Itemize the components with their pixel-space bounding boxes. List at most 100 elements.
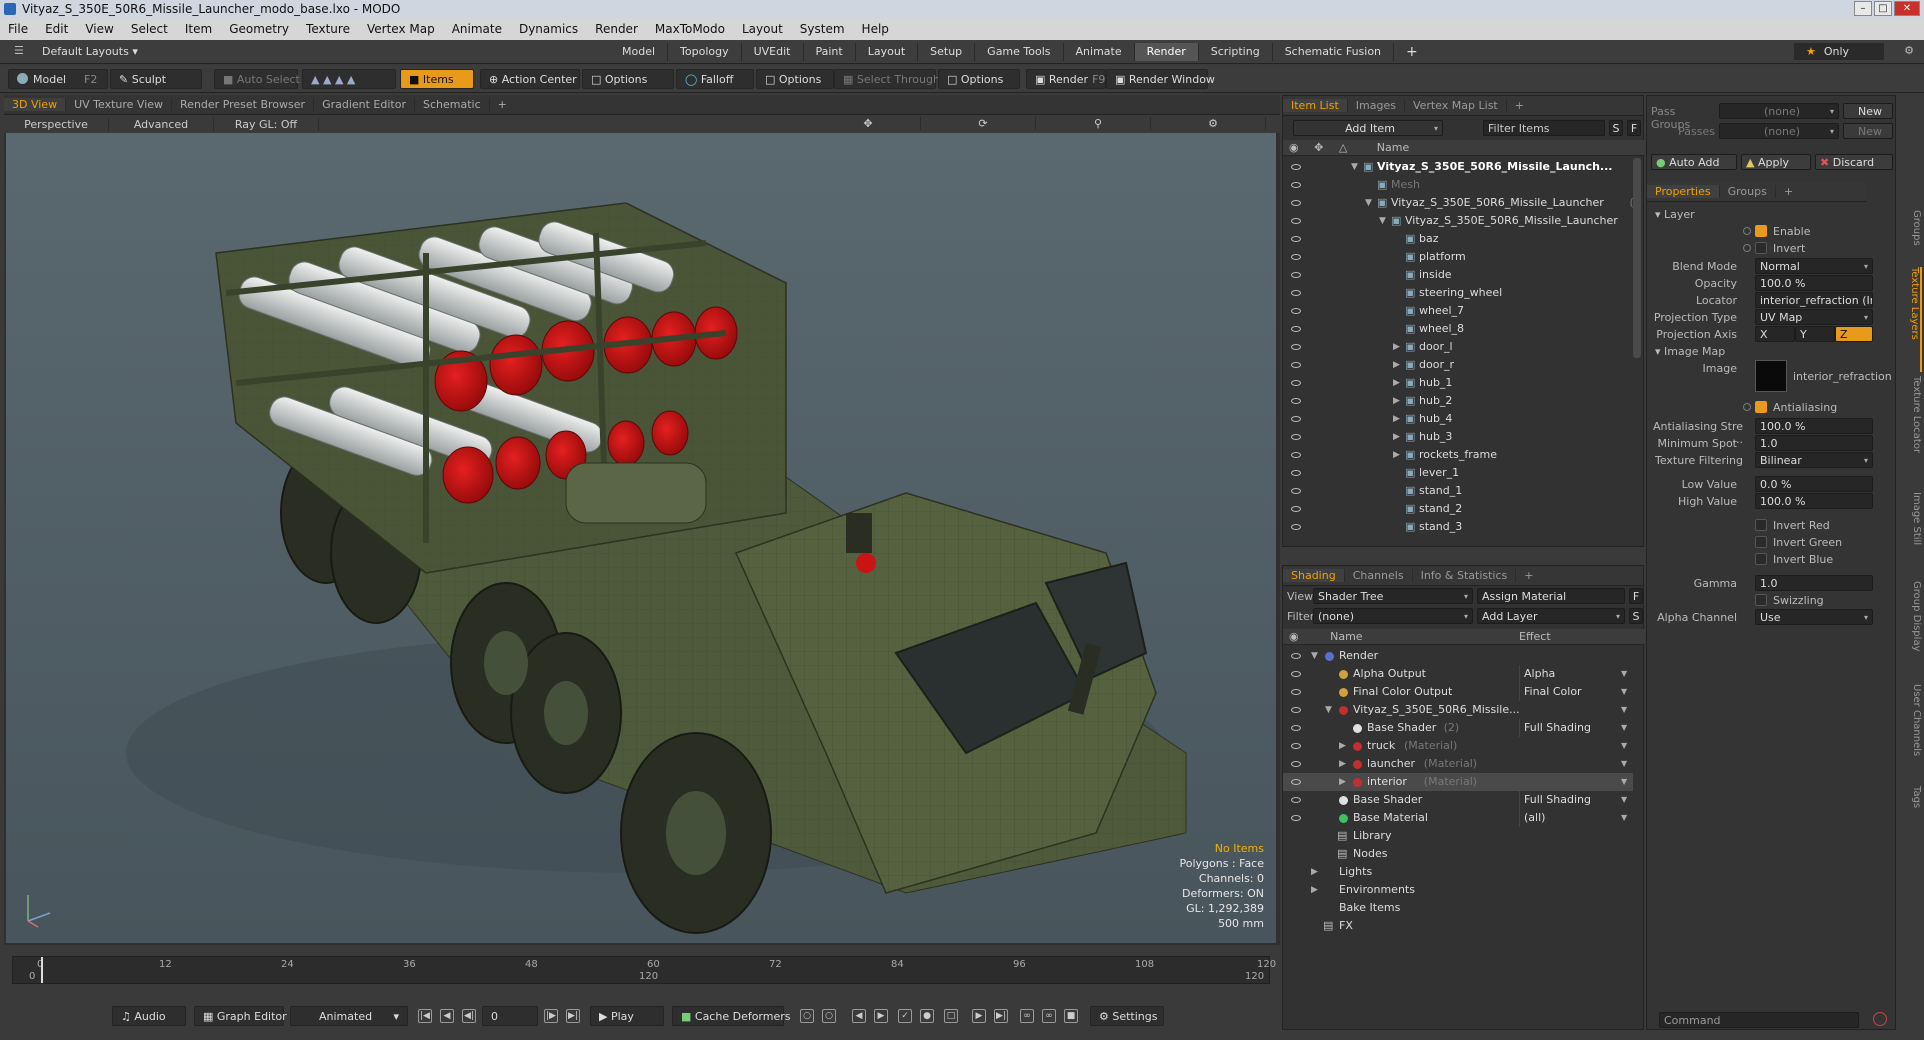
itemlist-tab-item-list[interactable]: Item List <box>1283 99 1348 112</box>
collapse-arrow-icon[interactable]: ▶ <box>1339 755 1346 773</box>
menu-layout[interactable]: Layout <box>742 22 783 36</box>
itemlist-tab-images[interactable]: Images <box>1348 99 1405 112</box>
shader-tree-row[interactable]: ▤ Library <box>1283 827 1633 845</box>
visibility-eye-icon[interactable] <box>1291 398 1301 404</box>
layout-tab-game-tools[interactable]: Game Tools <box>975 43 1064 61</box>
axis-y-button[interactable]: Y <box>1795 326 1835 342</box>
add-tab-icon[interactable]: + <box>1516 569 1541 582</box>
enable-checkbox[interactable] <box>1755 225 1767 237</box>
effect-value[interactable]: Final Color <box>1519 683 1625 701</box>
shading-s-button[interactable]: S <box>1629 608 1643 624</box>
command-stop-icon[interactable] <box>1873 1012 1887 1026</box>
item-list-row[interactable]: ▶ ▣ hub_3 <box>1283 428 1623 446</box>
shader-tree-row[interactable]: ▼ Render <box>1283 647 1633 665</box>
visibility-eye-icon[interactable] <box>1291 653 1301 659</box>
item-list-row[interactable]: ▶ ▣ hub_4 <box>1283 410 1623 428</box>
visibility-eye-icon[interactable] <box>1291 326 1301 332</box>
visibility-eye-icon[interactable] <box>1291 200 1301 206</box>
menu-maxtomodo[interactable]: MaxToModo <box>655 22 725 36</box>
pan-icon[interactable]: ✥ <box>816 117 921 130</box>
visibility-eye-icon[interactable] <box>1291 434 1301 440</box>
invert-blue-checkbox[interactable] <box>1755 553 1767 565</box>
auto-add-button[interactable]: ● Auto Add <box>1651 154 1737 170</box>
item-list-row[interactable]: ▼▣Vityaz_S_350E_50R6_Missile_Launcher(2) <box>1283 194 1633 212</box>
edge-mode-icon[interactable]: ▲ <box>323 73 331 86</box>
invert-checkbox[interactable] <box>1755 242 1767 254</box>
menu-render[interactable]: Render <box>595 22 638 36</box>
item-list-scrollbar[interactable] <box>1633 158 1641 358</box>
animated-dropdown[interactable]: Animated ▾ <box>290 1006 408 1026</box>
zoom-icon[interactable]: ⚲ <box>1046 117 1151 130</box>
gear-icon[interactable]: ⚙ <box>1904 44 1914 57</box>
command-input[interactable]: Command <box>1659 1012 1859 1028</box>
items-mode-button[interactable]: ■ Items <box>400 69 474 89</box>
side-tab-texture-layers[interactable]: Texture Layers <box>1902 267 1922 372</box>
collapse-arrow-icon[interactable]: ▶ <box>1393 410 1400 428</box>
aa-strength-field[interactable]: 100.0 % <box>1755 418 1873 434</box>
visibility-eye-icon[interactable] <box>1291 689 1301 695</box>
item-list-row[interactable]: ▣ wheel_7 <box>1283 302 1623 320</box>
link2-icon[interactable]: ∞ <box>1042 1009 1056 1023</box>
model-mode-button[interactable]: Model F2 <box>8 69 108 89</box>
add-item-button[interactable]: Add Item ▾ <box>1293 120 1443 136</box>
polygon-mode-icon[interactable]: ▲ <box>335 73 343 86</box>
layout-tab-render[interactable]: Render <box>1134 43 1199 61</box>
apply-button[interactable]: ▲ Apply <box>1741 154 1811 170</box>
sculpt-button[interactable]: ✎ Sculpt <box>110 69 202 89</box>
side-tab-texture-locator[interactable]: Texture Locator <box>1902 376 1922 488</box>
visibility-eye-icon[interactable] <box>1291 344 1301 350</box>
layout-tab-paint[interactable]: Paint <box>804 43 856 61</box>
timeline-ruler[interactable]: 012243648607284961081200120120 <box>12 956 1276 984</box>
item-list-row[interactable]: ▶ ▣ door_r <box>1283 356 1623 374</box>
filter-items-field[interactable]: Filter Items <box>1483 120 1605 136</box>
effect-value[interactable]: Full Shading <box>1519 791 1625 809</box>
swizzling-checkbox[interactable] <box>1755 594 1767 606</box>
menu-help[interactable]: Help <box>862 22 889 36</box>
item-list-row[interactable]: ▶ ▣ hub_1 <box>1283 374 1623 392</box>
render-window-button[interactable]: ▣ Render Window <box>1106 69 1215 89</box>
raygl-toggle[interactable]: Ray GL: Off <box>214 117 319 131</box>
layout-tab-setup[interactable]: Setup <box>918 43 976 61</box>
visibility-eye-icon[interactable] <box>1291 815 1301 821</box>
shader-tree-row[interactable]: Bake Items <box>1283 899 1633 917</box>
new-pass-group-button[interactable]: New <box>1843 103 1893 119</box>
chevron-down-icon[interactable]: ▼ <box>1621 809 1627 827</box>
shader-tree-row[interactable]: ▶ interior (Material) ▼ <box>1283 773 1633 791</box>
item-list-row[interactable]: ▣ stand_3 <box>1283 518 1623 536</box>
effect-value[interactable]: Full Shading <box>1519 719 1625 737</box>
visibility-eye-icon[interactable] <box>1291 452 1301 458</box>
shader-tree-row[interactable]: ▼ Vityaz_S_350E_50R6_Missile... ▼ <box>1283 701 1633 719</box>
collapse-arrow-icon[interactable]: ▶ <box>1393 428 1400 446</box>
image-value[interactable]: interior_refraction <box>1793 370 1892 383</box>
add-tab-icon[interactable]: + <box>490 98 515 111</box>
graph-editor-button[interactable]: ▦ Graph Editor <box>194 1006 287 1026</box>
effect-value[interactable]: (all) <box>1519 809 1625 827</box>
item-list-row[interactable]: ▣ baz <box>1283 230 1623 248</box>
layout-tab-layout[interactable]: Layout <box>856 43 919 61</box>
menu-texture[interactable]: Texture <box>306 22 350 36</box>
chevron-down-icon[interactable]: ▼ <box>1621 683 1627 701</box>
auto-key-icon[interactable]: ○ <box>822 1009 836 1023</box>
layout-tab-topology[interactable]: Topology <box>668 43 742 61</box>
item-list-row[interactable]: ▣ wheel_8 <box>1283 320 1623 338</box>
collapse-arrow-icon[interactable]: ▶ <box>1393 446 1400 464</box>
collapse-arrow-icon[interactable]: ▶ <box>1393 374 1400 392</box>
menu-edit[interactable]: Edit <box>45 22 68 36</box>
rotate-icon[interactable]: ⟳ <box>931 117 1036 130</box>
side-tab-user-channels[interactable]: User Channels <box>1902 684 1922 783</box>
item-list-row[interactable]: ▣ stand_1 <box>1283 482 1623 500</box>
visibility-eye-icon[interactable] <box>1291 218 1301 224</box>
visibility-eye-icon[interactable] <box>1291 671 1301 677</box>
perspective-dropdown[interactable]: Perspective <box>4 117 109 131</box>
visibility-eye-icon[interactable] <box>1291 779 1301 785</box>
shading-dropdown[interactable]: Advanced <box>109 117 214 131</box>
shader-tree-row[interactable]: ▶ Lights <box>1283 863 1633 881</box>
falloff-options-button[interactable]: □ Options <box>756 69 834 89</box>
visibility-eye-icon[interactable] <box>1291 236 1301 242</box>
add-tab-icon[interactable]: + <box>1507 99 1532 112</box>
only-toggle[interactable]: ★ Only <box>1794 43 1884 60</box>
effect-value[interactable]: Alpha <box>1519 665 1625 683</box>
viewport-tab-3d-view[interactable]: 3D View <box>4 98 67 111</box>
timeline[interactable]: 012243648607284961081200120120 <box>6 950 1276 990</box>
chevron-down-icon[interactable]: ▼ <box>1621 773 1627 791</box>
